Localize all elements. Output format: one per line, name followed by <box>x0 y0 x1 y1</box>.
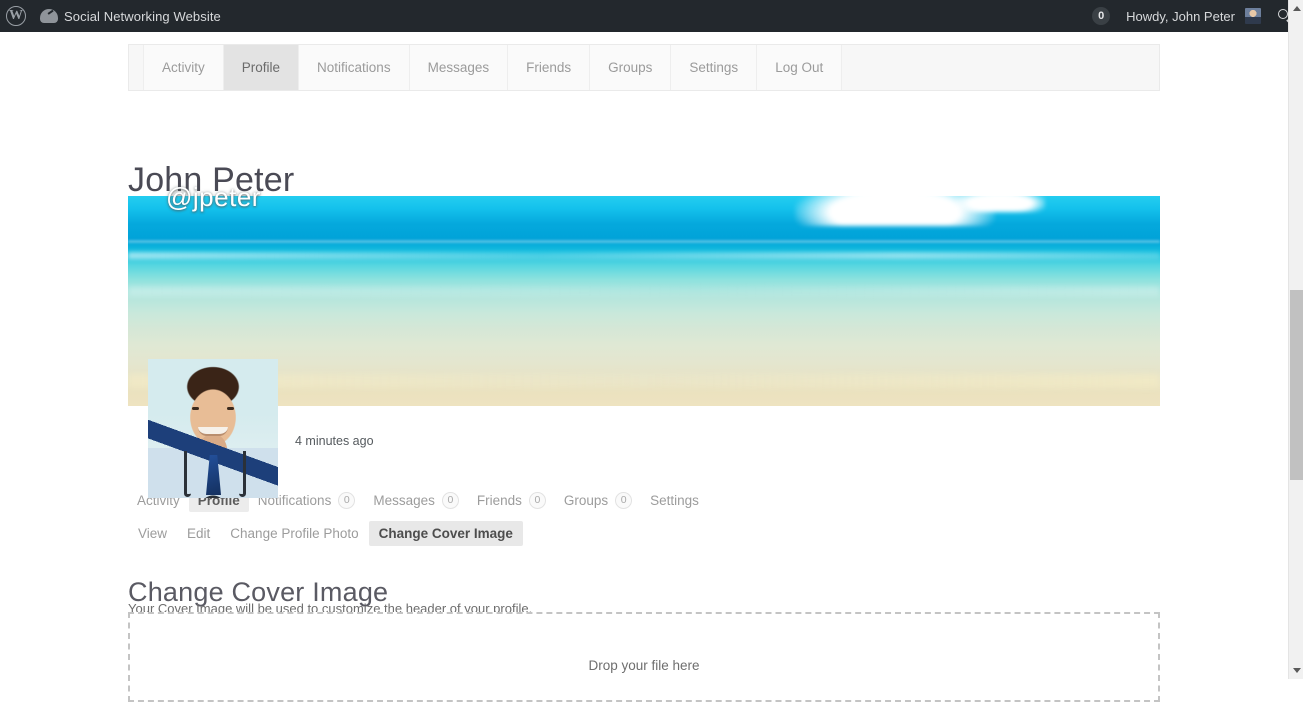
user-nav-item-label: Messages <box>373 492 435 508</box>
horizon-line <box>128 240 1160 243</box>
surf-band-secondary <box>128 286 1160 296</box>
notification-count-badge: 0 <box>1092 7 1111 25</box>
primary-nav-item-friends[interactable]: Friends <box>508 45 591 90</box>
dropzone-label: Drop your file here <box>588 658 700 673</box>
user-nav-count-badge: 0 <box>615 491 633 509</box>
user-nav-item-label: Friends <box>476 492 522 508</box>
user-nav-count-badge: 0 <box>528 491 546 509</box>
user-navigation: Activity Profile Notifications 0 Messages 0 Fr… <box>128 485 1160 515</box>
user-nav-item-messages[interactable]: Messages 0 <box>364 488 468 513</box>
user-nav-item-settings[interactable]: Settings <box>641 489 708 512</box>
cloud-decoration-small <box>955 196 1045 212</box>
surf-band <box>128 252 1160 259</box>
wordpress-logo-icon: W <box>6 6 26 26</box>
sand-band <box>128 374 1160 388</box>
profile-sub-navigation: View Edit Change Profile Photo Change Cover… <box>128 519 1160 547</box>
primary-nav-item-settings[interactable]: Settings <box>671 45 758 90</box>
primary-nav-item-messages[interactable]: Messages <box>409 45 509 90</box>
primary-nav-item-log-out[interactable]: Log Out <box>757 45 843 90</box>
chevron-down-icon <box>1292 668 1301 673</box>
avatar-detail <box>192 407 199 410</box>
sub-nav-item-view[interactable]: View <box>128 521 177 546</box>
admin-bar-right-group: 0 Howdy, John Peter <box>1084 0 1303 32</box>
sub-nav-item-change-cover-image[interactable]: Change Cover Image <box>368 520 523 546</box>
scroll-up-button[interactable] <box>1289 0 1303 17</box>
primary-nav-item-activity[interactable]: Activity <box>143 45 224 90</box>
sub-nav-item-change-profile-photo[interactable]: Change Profile Photo <box>220 521 368 546</box>
avatar-detail <box>239 451 246 497</box>
user-nav-count-badge: 0 <box>338 491 356 509</box>
wordpress-logo-menu[interactable]: W <box>0 0 32 32</box>
scroll-down-button[interactable] <box>1289 662 1303 679</box>
user-nav-item-label: Groups <box>563 492 609 508</box>
chevron-up-icon <box>1292 6 1301 11</box>
cover-image[interactable] <box>128 196 1160 406</box>
site-name-label: Social Networking Website <box>64 8 221 24</box>
notifications-menu[interactable]: 0 <box>1084 0 1118 32</box>
user-nav-count-badge: 0 <box>441 491 459 509</box>
wp-admin-bar: W Social Networking Website 0 Howdy, Joh… <box>0 0 1303 32</box>
profile-avatar[interactable] <box>148 359 278 498</box>
site-name-menu[interactable]: Social Networking Website <box>32 0 229 32</box>
page-body: Activity Profile Notifications Messages Frie… <box>0 32 1288 702</box>
my-account-menu[interactable]: Howdy, John Peter <box>1118 0 1269 32</box>
user-nav-item-groups[interactable]: Groups 0 <box>555 488 641 513</box>
sub-nav-item-edit[interactable]: Edit <box>177 521 220 546</box>
avatar-detail <box>227 407 234 410</box>
primary-nav-item-notifications[interactable]: Notifications <box>299 45 410 90</box>
last-active-timestamp: 4 minutes ago <box>295 434 374 448</box>
file-dropzone[interactable]: Drop your file here <box>128 612 1160 702</box>
user-avatar-icon <box>1245 8 1261 24</box>
dashboard-icon <box>40 9 58 23</box>
scrollbar-thumb[interactable] <box>1290 290 1303 480</box>
avatar-detail <box>184 451 191 497</box>
user-nav-item-label: Settings <box>650 492 699 508</box>
primary-nav-item-groups[interactable]: Groups <box>590 45 672 90</box>
user-nav-item-friends[interactable]: Friends 0 <box>468 488 555 513</box>
primary-navigation: Activity Profile Notifications Messages Frie… <box>128 44 1160 91</box>
profile-username: @jpeter <box>166 182 261 212</box>
vertical-scrollbar[interactable] <box>1288 0 1303 679</box>
primary-nav-item-profile[interactable]: Profile <box>223 45 300 90</box>
howdy-label: Howdy, John Peter <box>1126 8 1235 24</box>
avatar-detail <box>198 427 228 436</box>
